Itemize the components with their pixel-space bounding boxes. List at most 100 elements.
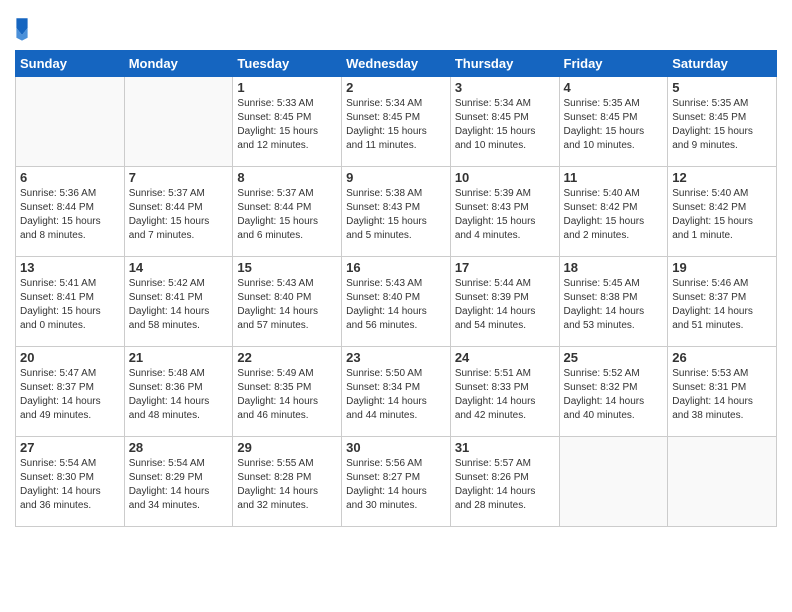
calendar-header-row: SundayMondayTuesdayWednesdayThursdayFrid… xyxy=(16,51,777,77)
day-number: 8 xyxy=(237,170,337,185)
day-number: 17 xyxy=(455,260,555,275)
day-number: 24 xyxy=(455,350,555,365)
calendar-cell: 11 Sunrise: 5:40 AM Sunset: 8:42 PM Dayli… xyxy=(559,167,668,257)
day-number: 4 xyxy=(564,80,664,95)
calendar-cell: 18Sunrise: 5:45 AM Sunset: 8:38 PM Dayli… xyxy=(559,257,668,347)
calendar-cell: 30 Sunrise: 5:56 AM Sunset: 8:27 PM Dayli… xyxy=(342,437,451,527)
calendar-week-5: 27Sunrise: 5:54 AM Sunset: 8:30 PM Dayli… xyxy=(16,437,777,527)
calendar-cell: 16Sunrise: 5:43 AM Sunset: 8:40 PM Dayli… xyxy=(342,257,451,347)
day-number: 30 xyxy=(346,440,446,455)
day-detail: Sunrise: 5:57 AM Sunset: 8:26 PM Dayligh… xyxy=(455,457,555,513)
calendar-cell: 26Sunrise: 5:53 AM Sunset: 8:31 PM Dayli… xyxy=(668,347,777,437)
logo-icon xyxy=(15,14,29,42)
day-number: 16 xyxy=(346,260,446,275)
calendar-header-sunday: Sunday xyxy=(16,51,125,77)
calendar-cell: 28Sunrise: 5:54 AM Sunset: 8:29 PM Dayli… xyxy=(124,437,233,527)
calendar-cell: 25Sunrise: 5:52 AM Sunset: 8:32 PM Dayli… xyxy=(559,347,668,437)
calendar-cell: 15Sunrise: 5:43 AM Sunset: 8:40 PM Dayli… xyxy=(233,257,342,347)
day-detail: Sunrise: 5:44 AM Sunset: 8:39 PM Dayligh… xyxy=(455,277,555,333)
day-detail: Sunrise: 5:33 AM Sunset: 8:45 PM Dayligh… xyxy=(237,97,337,153)
day-detail: Sunrise: 5:49 AM Sunset: 8:35 PM Dayligh… xyxy=(237,367,337,423)
calendar-week-3: 13Sunrise: 5:41 AM Sunset: 8:41 PM Dayli… xyxy=(16,257,777,347)
calendar-cell: 24 Sunrise: 5:51 AM Sunset: 8:33 PM Dayli… xyxy=(450,347,559,437)
day-number: 2 xyxy=(346,80,446,95)
calendar-cell: 29Sunrise: 5:55 AM Sunset: 8:28 PM Dayli… xyxy=(233,437,342,527)
day-detail: Sunrise: 5:41 AM Sunset: 8:41 PM Dayligh… xyxy=(20,277,120,333)
calendar-cell xyxy=(16,77,125,167)
calendar-cell: 4 Sunrise: 5:35 AM Sunset: 8:45 PM Daylig… xyxy=(559,77,668,167)
header xyxy=(15,10,777,42)
calendar-cell: 27Sunrise: 5:54 AM Sunset: 8:30 PM Dayli… xyxy=(16,437,125,527)
calendar-header-thursday: Thursday xyxy=(450,51,559,77)
day-number: 25 xyxy=(564,350,664,365)
day-detail: Sunrise: 5:48 AM Sunset: 8:36 PM Dayligh… xyxy=(129,367,229,423)
day-detail: Sunrise: 5:54 AM Sunset: 8:29 PM Dayligh… xyxy=(129,457,229,513)
day-number: 14 xyxy=(129,260,229,275)
day-number: 29 xyxy=(237,440,337,455)
day-number: 20 xyxy=(20,350,120,365)
calendar-cell: 7 Sunrise: 5:37 AM Sunset: 8:44 PM Daylig… xyxy=(124,167,233,257)
day-detail: Sunrise: 5:38 AM Sunset: 8:43 PM Dayligh… xyxy=(346,187,446,243)
calendar-cell: 12 Sunrise: 5:40 AM Sunset: 8:42 PM Dayli… xyxy=(668,167,777,257)
day-number: 1 xyxy=(237,80,337,95)
day-detail: Sunrise: 5:40 AM Sunset: 8:42 PM Dayligh… xyxy=(672,187,772,243)
day-number: 22 xyxy=(237,350,337,365)
calendar-cell: 17 Sunrise: 5:44 AM Sunset: 8:39 PM Dayli… xyxy=(450,257,559,347)
day-detail: Sunrise: 5:39 AM Sunset: 8:43 PM Dayligh… xyxy=(455,187,555,243)
logo xyxy=(15,14,29,42)
calendar-header-tuesday: Tuesday xyxy=(233,51,342,77)
day-number: 21 xyxy=(129,350,229,365)
day-number: 12 xyxy=(672,170,772,185)
day-detail: Sunrise: 5:53 AM Sunset: 8:31 PM Dayligh… xyxy=(672,367,772,423)
calendar-cell: 8 Sunrise: 5:37 AM Sunset: 8:44 PM Daylig… xyxy=(233,167,342,257)
day-detail: Sunrise: 5:50 AM Sunset: 8:34 PM Dayligh… xyxy=(346,367,446,423)
calendar-cell: 19Sunrise: 5:46 AM Sunset: 8:37 PM Dayli… xyxy=(668,257,777,347)
calendar-cell: 3 Sunrise: 5:34 AM Sunset: 8:45 PM Daylig… xyxy=(450,77,559,167)
calendar-cell xyxy=(124,77,233,167)
day-detail: Sunrise: 5:42 AM Sunset: 8:41 PM Dayligh… xyxy=(129,277,229,333)
day-detail: Sunrise: 5:40 AM Sunset: 8:42 PM Dayligh… xyxy=(564,187,664,243)
calendar-header-monday: Monday xyxy=(124,51,233,77)
calendar-cell xyxy=(559,437,668,527)
day-detail: Sunrise: 5:34 AM Sunset: 8:45 PM Dayligh… xyxy=(455,97,555,153)
day-detail: Sunrise: 5:43 AM Sunset: 8:40 PM Dayligh… xyxy=(237,277,337,333)
calendar-header-saturday: Saturday xyxy=(668,51,777,77)
calendar-cell xyxy=(668,437,777,527)
calendar-cell: 13Sunrise: 5:41 AM Sunset: 8:41 PM Dayli… xyxy=(16,257,125,347)
day-detail: Sunrise: 5:37 AM Sunset: 8:44 PM Dayligh… xyxy=(129,187,229,243)
calendar-week-4: 20 Sunrise: 5:47 AM Sunset: 8:37 PM Dayli… xyxy=(16,347,777,437)
calendar-header-friday: Friday xyxy=(559,51,668,77)
day-detail: Sunrise: 5:34 AM Sunset: 8:45 PM Dayligh… xyxy=(346,97,446,153)
calendar-cell: 20 Sunrise: 5:47 AM Sunset: 8:37 PM Dayli… xyxy=(16,347,125,437)
day-detail: Sunrise: 5:51 AM Sunset: 8:33 PM Dayligh… xyxy=(455,367,555,423)
calendar-cell: 21 Sunrise: 5:48 AM Sunset: 8:36 PM Dayli… xyxy=(124,347,233,437)
calendar-header-wednesday: Wednesday xyxy=(342,51,451,77)
day-detail: Sunrise: 5:37 AM Sunset: 8:44 PM Dayligh… xyxy=(237,187,337,243)
day-number: 10 xyxy=(455,170,555,185)
day-detail: Sunrise: 5:47 AM Sunset: 8:37 PM Dayligh… xyxy=(20,367,120,423)
calendar-cell: 5Sunrise: 5:35 AM Sunset: 8:45 PM Daylig… xyxy=(668,77,777,167)
calendar-cell: 10 Sunrise: 5:39 AM Sunset: 8:43 PM Dayli… xyxy=(450,167,559,257)
day-detail: Sunrise: 5:46 AM Sunset: 8:37 PM Dayligh… xyxy=(672,277,772,333)
calendar-week-2: 6 Sunrise: 5:36 AM Sunset: 8:44 PM Daylig… xyxy=(16,167,777,257)
day-number: 23 xyxy=(346,350,446,365)
day-detail: Sunrise: 5:35 AM Sunset: 8:45 PM Dayligh… xyxy=(672,97,772,153)
day-detail: Sunrise: 5:56 AM Sunset: 8:27 PM Dayligh… xyxy=(346,457,446,513)
day-detail: Sunrise: 5:36 AM Sunset: 8:44 PM Dayligh… xyxy=(20,187,120,243)
day-number: 7 xyxy=(129,170,229,185)
calendar-cell: 2 Sunrise: 5:34 AM Sunset: 8:45 PM Daylig… xyxy=(342,77,451,167)
calendar-cell: 14 Sunrise: 5:42 AM Sunset: 8:41 PM Dayli… xyxy=(124,257,233,347)
calendar-cell: 9 Sunrise: 5:38 AM Sunset: 8:43 PM Daylig… xyxy=(342,167,451,257)
day-number: 6 xyxy=(20,170,120,185)
calendar-cell: 1 Sunrise: 5:33 AM Sunset: 8:45 PM Daylig… xyxy=(233,77,342,167)
day-number: 31 xyxy=(455,440,555,455)
day-detail: Sunrise: 5:35 AM Sunset: 8:45 PM Dayligh… xyxy=(564,97,664,153)
day-number: 27 xyxy=(20,440,120,455)
calendar: SundayMondayTuesdayWednesdayThursdayFrid… xyxy=(15,50,777,527)
calendar-cell: 22 Sunrise: 5:49 AM Sunset: 8:35 PM Dayli… xyxy=(233,347,342,437)
day-number: 9 xyxy=(346,170,446,185)
calendar-cell: 31 Sunrise: 5:57 AM Sunset: 8:26 PM Dayli… xyxy=(450,437,559,527)
day-number: 3 xyxy=(455,80,555,95)
calendar-cell: 6 Sunrise: 5:36 AM Sunset: 8:44 PM Daylig… xyxy=(16,167,125,257)
day-number: 11 xyxy=(564,170,664,185)
